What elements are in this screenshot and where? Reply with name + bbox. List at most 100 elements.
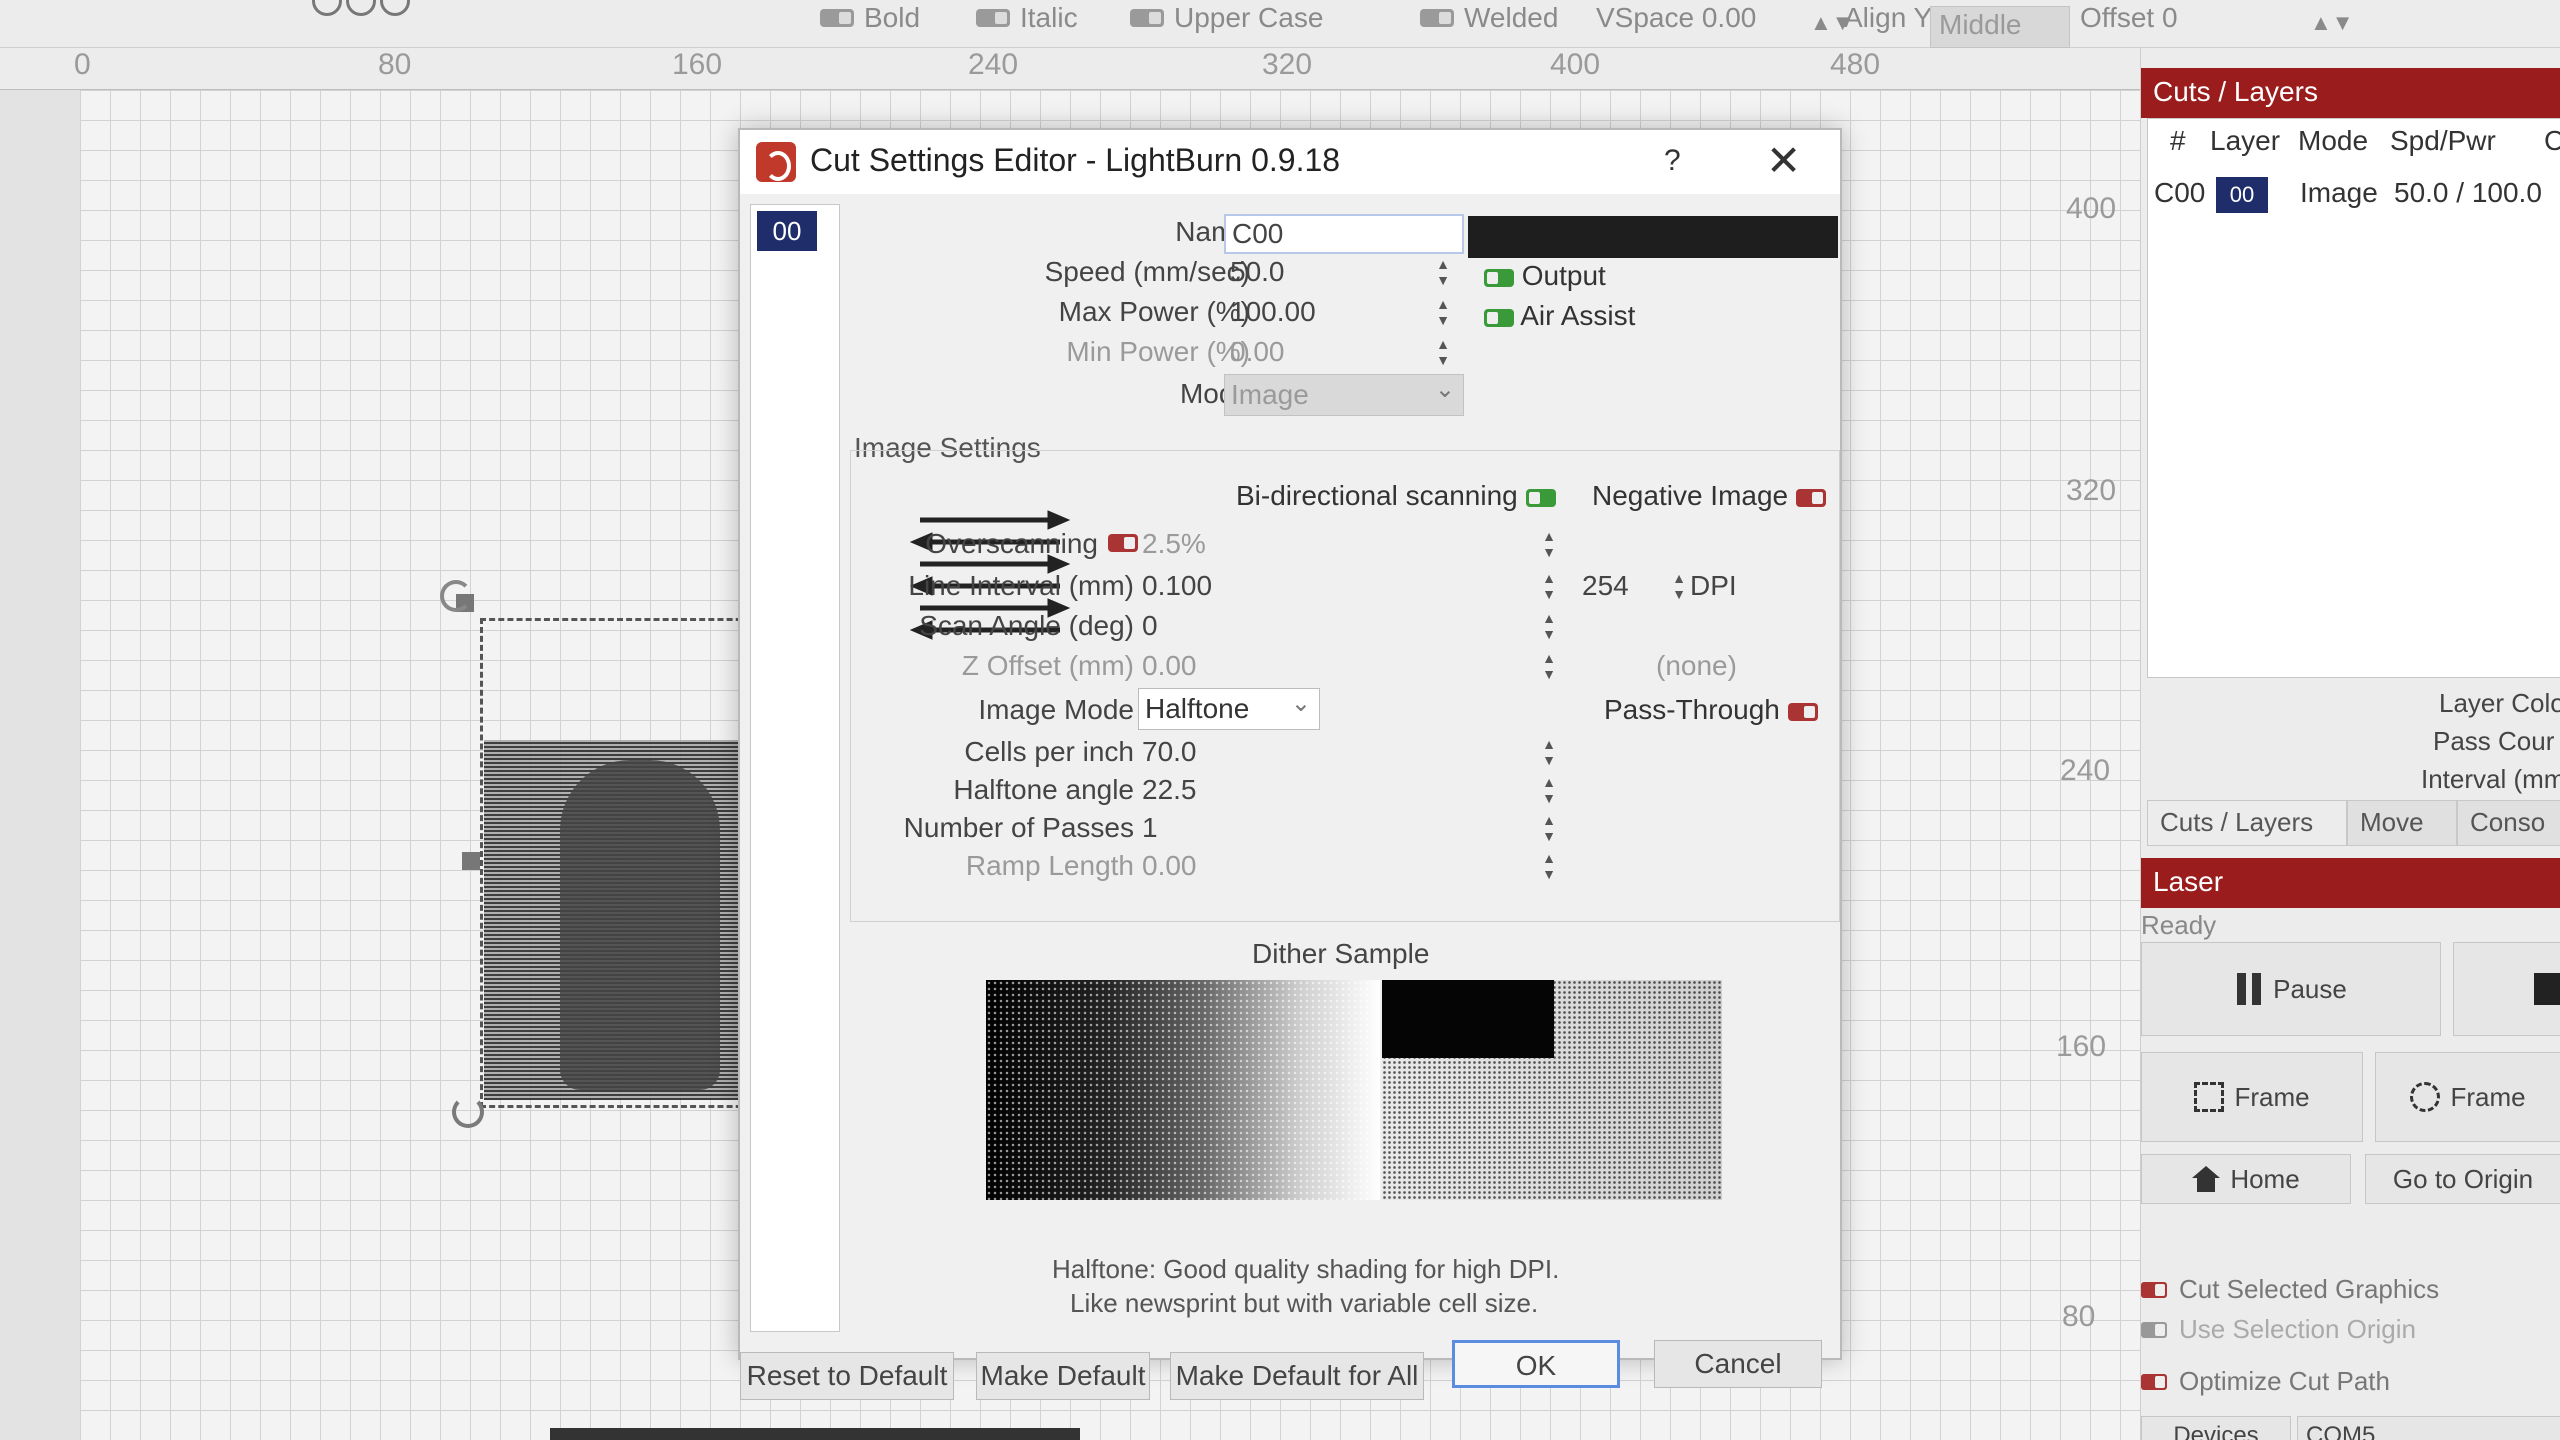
devices-button[interactable]: Devices (2141, 1416, 2291, 1440)
vspace-field[interactable]: VSpace 0.00 (1596, 2, 1756, 34)
passes-field[interactable]: 1 (1142, 812, 1158, 844)
layer-row-mode[interactable]: Image (2300, 177, 2378, 209)
layer-color-swatch[interactable] (1468, 216, 1838, 258)
dither-description: Like newsprint but with variable cell si… (1070, 1288, 1539, 1318)
ruler-label: 240 (968, 48, 1019, 81)
overscanning-field[interactable]: 2.5% (1142, 528, 1206, 560)
cells-per-inch-field[interactable]: 70.0 (1142, 736, 1197, 768)
circular-frame-button[interactable]: Frame (2375, 1052, 2560, 1142)
home-label: Home (2230, 1163, 2300, 1194)
air-assist-toggle[interactable]: Air Assist (1484, 300, 1635, 332)
bidirectional-toggle[interactable]: Bi-directional scanning (1236, 480, 1556, 512)
tab-cuts-layers[interactable]: Cuts / Layers (2147, 800, 2347, 846)
ruler-label: 480 (1830, 48, 1881, 81)
chevron-down-icon: ⌄ (1290, 690, 1311, 717)
output-toggle[interactable]: Output (1484, 260, 1606, 292)
layer-row-id[interactable]: C00 (2154, 177, 2205, 209)
passes-label: Number of Passes (903, 812, 1134, 843)
welded-toggle[interactable]: Welded (1420, 2, 1558, 34)
spin-icon[interactable]: ▲▼ (1540, 774, 1558, 810)
min-power-field[interactable]: 0.00 (1230, 336, 1285, 368)
align-y-value: Middle (1939, 9, 2022, 40)
image-mode-label: Image Mode (978, 694, 1134, 725)
ramp-length-field[interactable]: 0.00 (1142, 850, 1197, 882)
frame-icon (2194, 1082, 2225, 1112)
bold-toggle[interactable]: Bold (820, 2, 920, 34)
spin-icon[interactable]: ▲▼ (1540, 528, 1558, 564)
circle-icon (312, 0, 342, 16)
ok-button[interactable]: OK (1452, 1340, 1620, 1388)
home-button[interactable]: Home (2141, 1154, 2351, 1204)
make-default-all-button[interactable]: Make Default for All (1170, 1352, 1424, 1400)
close-icon[interactable]: ✕ (1766, 136, 1801, 185)
dialog-title: Cut Settings Editor - LightBurn 0.9.18 (810, 142, 1341, 178)
cut-selected-toggle[interactable]: Cut Selected Graphics (2141, 1274, 2439, 1305)
spin-icon[interactable]: ▲▼ (1434, 296, 1452, 332)
frame-label: Frame (2450, 1081, 2526, 1112)
frame-button[interactable]: Frame (2141, 1052, 2363, 1142)
spin-icon[interactable]: ▲▼ (1540, 812, 1558, 848)
halftone-angle-field[interactable]: 22.5 (1142, 774, 1197, 806)
spin-icon[interactable]: ▲▼ (2310, 10, 2354, 36)
ruler-label: 80 (2062, 1300, 2096, 1333)
pass-through-label: Pass-Through (1604, 694, 1780, 725)
z-offset-field[interactable]: 0.00 (1142, 650, 1197, 682)
reset-to-default-button[interactable]: Reset to Default (740, 1352, 954, 1400)
layer-chip[interactable]: 00 (757, 211, 817, 251)
negative-image-toggle[interactable]: Negative Image (1592, 480, 1826, 512)
dpi-field[interactable]: 254 (1582, 570, 1629, 602)
stop-button[interactable] (2453, 942, 2560, 1036)
layer-row-spd-pwr[interactable]: 50.0 / 100.0 (2394, 177, 2542, 209)
upper-case-toggle[interactable]: Upper Case (1130, 2, 1323, 34)
status-bar (550, 1428, 1080, 1440)
spin-icon[interactable]: ▲▼ (1670, 570, 1688, 606)
make-default-button[interactable]: Make Default (976, 1352, 1150, 1400)
toggle-on-icon (1484, 308, 1514, 327)
mode-value: Image (1231, 379, 1309, 410)
pass-through-toggle[interactable]: Pass-Through (1604, 694, 1818, 726)
scan-angle-field[interactable]: 0 (1142, 610, 1158, 642)
pause-icon (2235, 973, 2263, 1005)
pause-label: Pause (2273, 973, 2347, 1004)
spin-icon[interactable]: ▲▼ (1434, 336, 1452, 372)
use-selection-origin-toggle[interactable]: Use Selection Origin (2141, 1314, 2416, 1345)
circular-frame-icon (2410, 1082, 2441, 1112)
spin-icon[interactable]: ▲▼ (1540, 570, 1558, 606)
spin-icon[interactable]: ▲▼ (1540, 610, 1558, 646)
offset-field[interactable]: Offset 0 (2080, 2, 2178, 34)
ruler-label: 160 (672, 48, 723, 81)
com-port-select[interactable]: COM5 (2297, 1416, 2560, 1440)
optimize-cut-path-toggle[interactable]: Optimize Cut Path (2141, 1366, 2390, 1397)
dither-black-block (1382, 980, 1554, 1058)
line-interval-field[interactable]: 0.100 (1142, 570, 1212, 602)
overscanning-toggle[interactable] (1108, 534, 1138, 552)
speed-label: Speed (mm/sec) (1044, 256, 1250, 287)
layer-row-chip[interactable]: 00 (2216, 177, 2268, 213)
spin-icon[interactable]: ▲▼ (1540, 850, 1558, 886)
spin-icon[interactable]: ▲▼ (1434, 256, 1452, 292)
resize-handle[interactable] (462, 852, 480, 870)
ruler-label: 320 (1262, 48, 1313, 81)
mode-select[interactable]: Image ⌄ (1224, 374, 1464, 416)
go-to-origin-button[interactable]: Go to Origin (2365, 1154, 2560, 1204)
pause-button[interactable]: Pause (2141, 942, 2441, 1036)
italic-toggle[interactable]: Italic (976, 2, 1078, 34)
rotate-handle-icon[interactable] (440, 580, 472, 612)
column-header: Layer (2210, 125, 2281, 156)
tab-move[interactable]: Move (2347, 800, 2457, 846)
rotate-handle-icon[interactable] (452, 1096, 484, 1128)
speed-field[interactable]: 50.0 (1230, 256, 1285, 288)
layer-color-label: Layer Colo (2439, 688, 2560, 718)
spin-icon[interactable]: ▲▼ (1540, 736, 1558, 772)
ruler-label: 400 (2066, 192, 2117, 225)
help-button[interactable]: ? (1664, 144, 1681, 178)
selection-box[interactable] (480, 618, 760, 1108)
cancel-button[interactable]: Cancel (1654, 1340, 1822, 1388)
image-mode-select[interactable]: Halftone ⌄ (1138, 688, 1320, 730)
name-field[interactable]: C00 (1224, 214, 1464, 254)
max-power-field[interactable]: 100.00 (1230, 296, 1316, 328)
tab-console[interactable]: Conso (2457, 800, 2560, 846)
align-y-select[interactable]: Middle (1930, 6, 2070, 48)
dither-sample-image (986, 980, 1722, 1200)
spin-icon[interactable]: ▲▼ (1540, 650, 1558, 686)
